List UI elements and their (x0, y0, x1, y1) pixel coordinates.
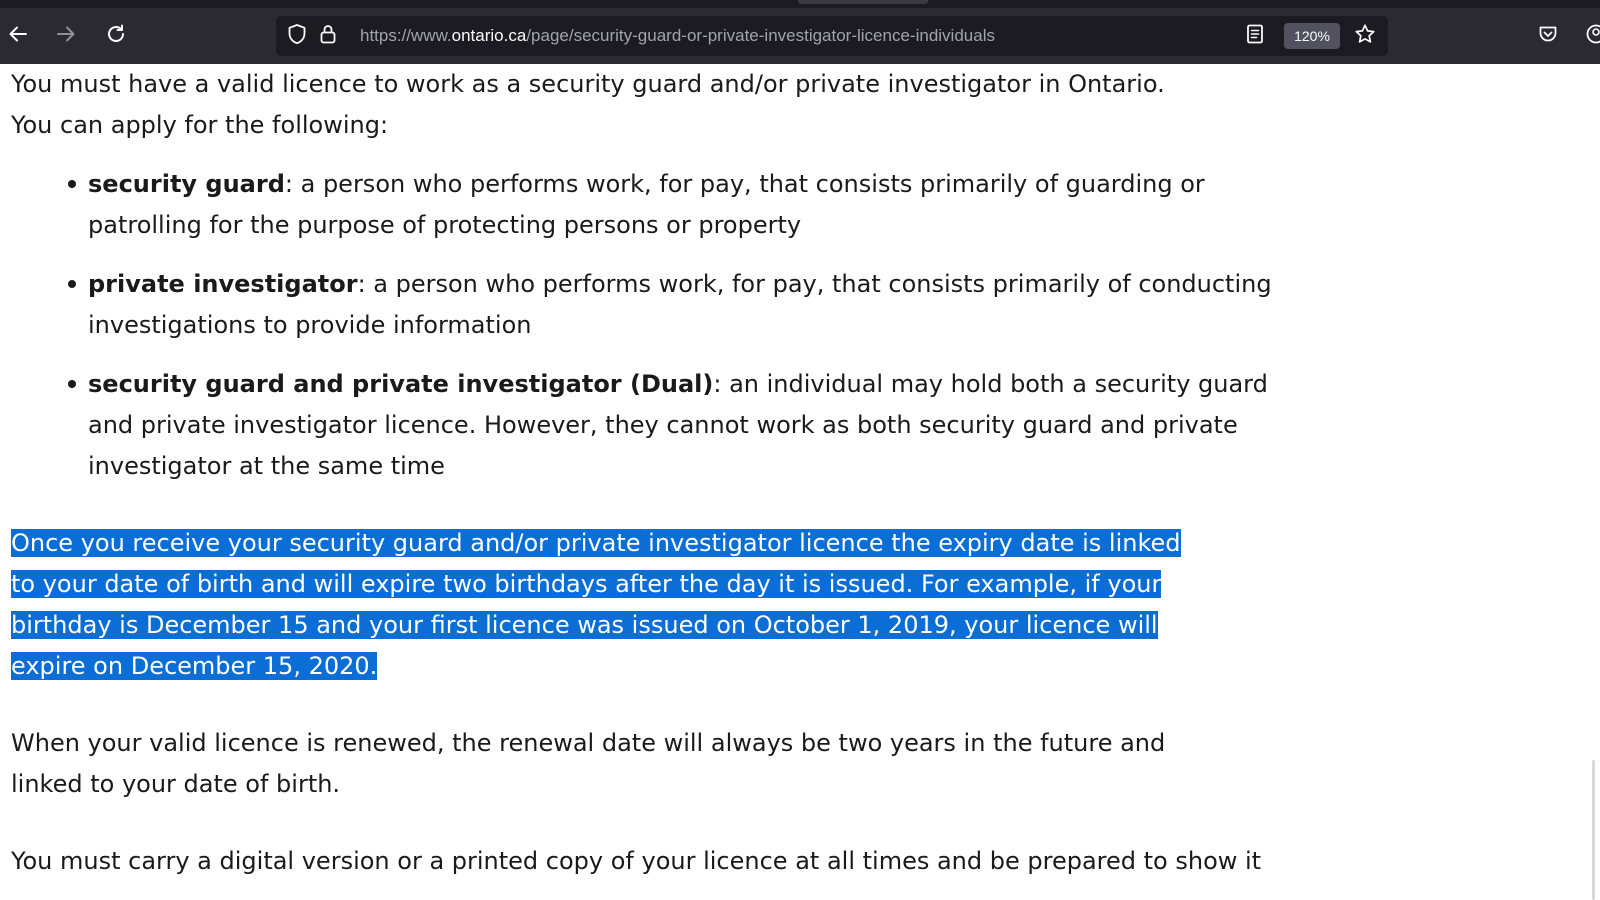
back-button[interactable] (2, 20, 34, 52)
url-path: /page/security-guard-or-private-investig… (526, 26, 995, 45)
url-text[interactable]: https://www.ontario.ca/page/security-gua… (360, 16, 995, 56)
arrow-left-icon (7, 23, 29, 49)
active-tab-indicator[interactable] (798, 0, 928, 4)
url-prefix: https://www. (360, 26, 452, 45)
pocket-icon (1537, 23, 1559, 49)
url-bar[interactable]: https://www.ontario.ca/page/security-gua… (276, 16, 1388, 56)
lock-icon (319, 23, 337, 49)
reload-icon (105, 23, 127, 49)
tracking-protection-button[interactable] (286, 23, 308, 49)
list-item: private investigator: a person who perfo… (68, 264, 1301, 346)
site-security-button[interactable] (317, 25, 339, 47)
browser-toolbar: https://www.ontario.ca/page/security-gua… (0, 8, 1600, 64)
selected-text[interactable]: Once you receive your security guard and… (11, 529, 1181, 680)
forward-button[interactable] (50, 20, 82, 52)
bookmark-button[interactable] (1354, 23, 1376, 49)
reader-view-button[interactable] (1244, 23, 1266, 49)
tab-strip (0, 0, 1600, 8)
url-host: ontario.ca (451, 26, 527, 45)
list-item: security guard: a person who performs wo… (68, 164, 1301, 246)
expiry-paragraph: Once you receive your security guard and… (11, 523, 1211, 687)
intro-paragraph: You must have a valid licence to work as… (11, 70, 1165, 139)
licence-term: security guard (88, 170, 285, 198)
account-button[interactable] (1580, 20, 1600, 52)
arrow-right-icon (55, 23, 77, 49)
shield-icon (287, 23, 307, 49)
reload-button[interactable] (100, 20, 132, 52)
licence-term: security guard and private investigator … (88, 370, 714, 398)
zoom-level-button[interactable]: 120% (1284, 23, 1340, 49)
carry-licence-paragraph: You must carry a digital version or a pr… (11, 847, 1262, 875)
reader-view-icon (1246, 23, 1264, 49)
account-icon (1585, 23, 1600, 49)
list-item: security guard and private investigator … (68, 364, 1301, 487)
page-scrollbar[interactable] (1592, 760, 1595, 900)
licence-types-list: security guard: a person who performs wo… (11, 164, 1301, 487)
article-content: You must have a valid licence to work as… (11, 64, 1301, 882)
pocket-button[interactable] (1532, 20, 1564, 52)
renewal-paragraph: When your valid licence is renewed, the … (11, 729, 1166, 798)
star-icon (1354, 23, 1376, 49)
licence-term: private investigator (88, 270, 358, 298)
